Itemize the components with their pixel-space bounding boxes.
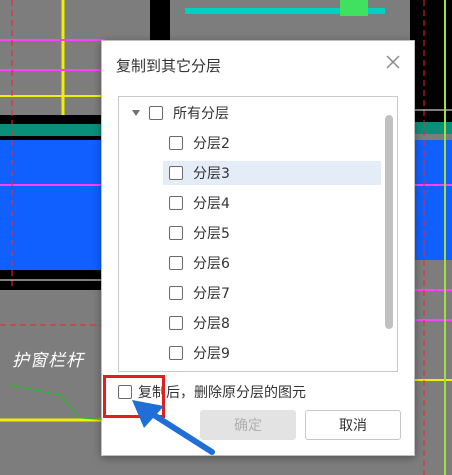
layer-label: 分层8 [193,316,230,332]
layer-checkbox[interactable] [169,166,183,180]
layer-label: 分层5 [193,226,230,242]
expand-arrow-icon[interactable] [132,110,140,116]
root-label: 所有分层 [173,106,229,122]
layer-label: 分层7 [193,286,230,302]
layer-checkbox[interactable] [169,196,183,210]
layer-label: 分层2 [193,136,230,152]
layer-checkbox[interactable] [169,316,183,330]
tree-item[interactable]: 分层4 [163,191,230,215]
tree-item[interactable]: 分层9 [163,341,230,365]
close-button[interactable] [384,53,402,71]
cancel-button[interactable]: 取消 [305,410,401,440]
copy-to-layers-dialog: 复制到其它分层 所有分层 分层2 分层3 分层4 分层5 分层6 分层7 分层8 分层9 复制… [101,40,415,456]
tree-item[interactable]: 分层6 [163,251,230,275]
tree-root[interactable]: 所有分层 [132,101,229,125]
tree-item[interactable]: 分层2 [163,131,230,155]
ok-button[interactable]: 确定 [200,410,296,440]
dialog-title: 复制到其它分层 [116,57,222,75]
layer-checkbox[interactable] [169,286,183,300]
delete-original-label: 复制后，删除原分层的图元 [138,385,306,401]
layer-label: 分层4 [193,196,230,212]
layer-tree[interactable]: 所有分层 分层2 分层3 分层4 分层5 分层6 分层7 分层8 分层9 [118,96,398,372]
layer-checkbox[interactable] [169,346,183,360]
tree-item[interactable]: 分层3 [163,161,381,185]
layer-checkbox[interactable] [169,226,183,240]
layer-checkbox[interactable] [169,136,183,150]
delete-original-checkbox[interactable] [118,385,132,399]
root-checkbox[interactable] [149,106,163,120]
tree-scrollbar[interactable] [385,103,393,363]
layer-checkbox[interactable] [169,256,183,270]
tree-item[interactable]: 分层7 [163,281,230,305]
tree-item[interactable]: 分层8 [163,311,230,335]
layer-label: 分层6 [193,256,230,272]
close-icon [386,55,400,69]
delete-original-option[interactable]: 复制后，删除原分层的图元 [118,382,306,402]
layer-label: 分层9 [193,346,230,362]
cad-text-label: 护窗栏杆 [12,351,84,371]
layer-label: 分层3 [193,166,230,182]
scrollbar-thumb[interactable] [385,115,393,329]
tree-item[interactable]: 分层5 [163,221,230,245]
